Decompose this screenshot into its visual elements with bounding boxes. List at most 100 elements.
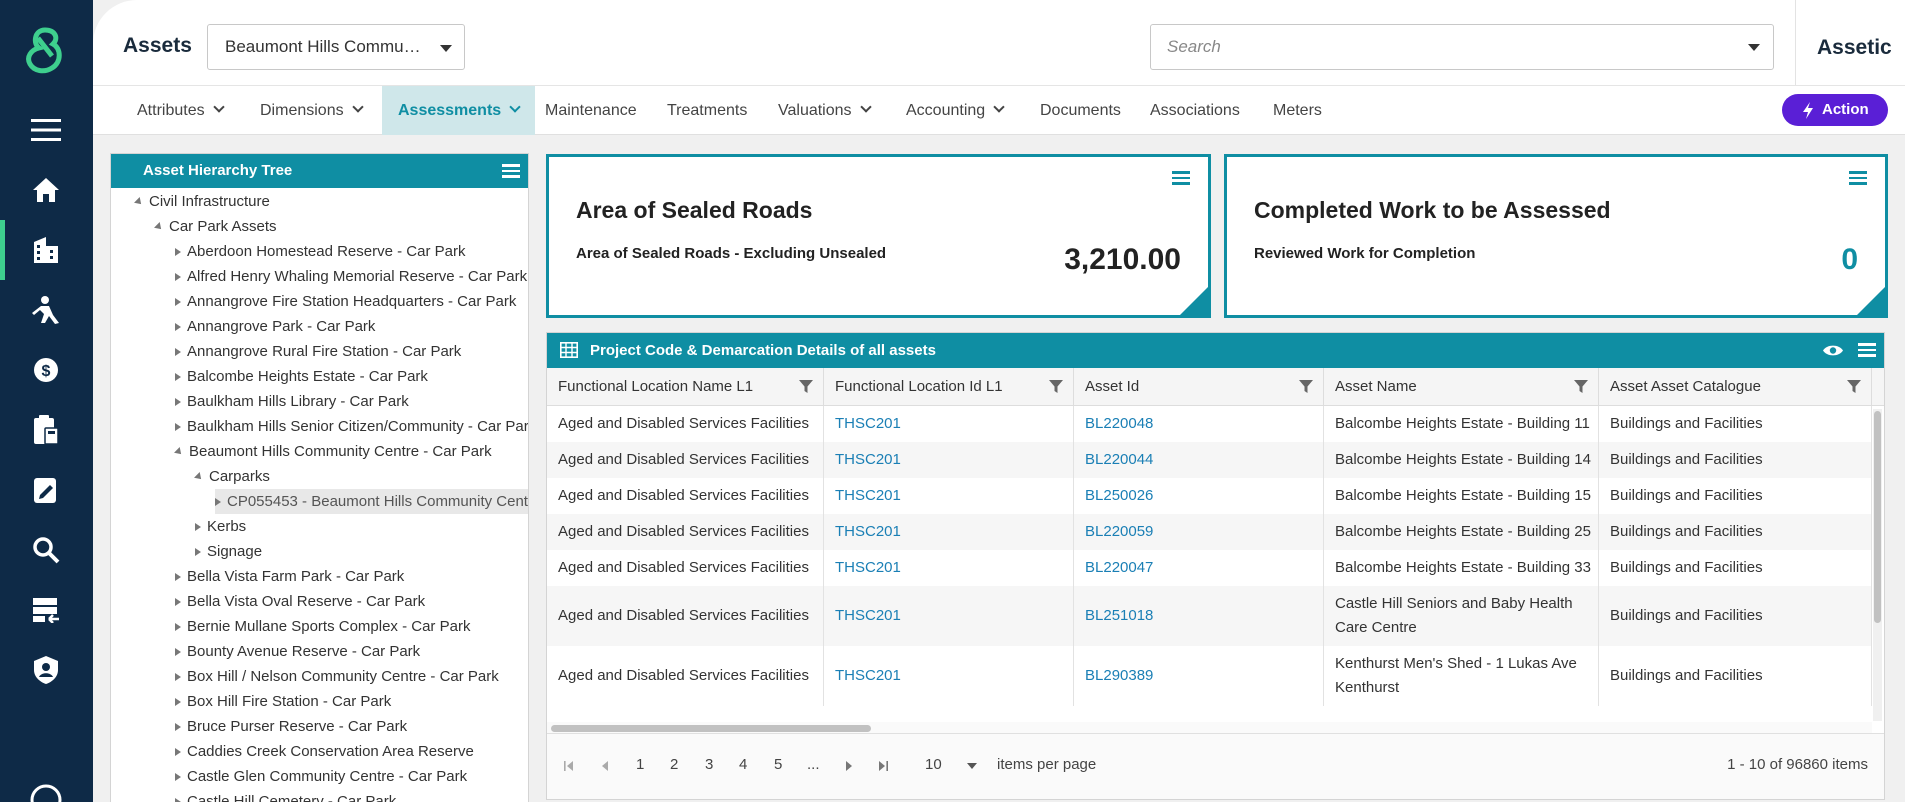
vertical-scrollbar[interactable] [1873, 409, 1882, 721]
expand-arrow-icon[interactable] [175, 273, 181, 282]
column-header[interactable]: Functional Location Id L1 [824, 368, 1074, 406]
table-cell-link[interactable]: THSC201 [824, 646, 1074, 706]
expand-arrow-icon[interactable] [175, 673, 181, 682]
last-page-icon[interactable] [877, 760, 889, 772]
page-size-select[interactable]: 10 [925, 756, 942, 773]
column-header[interactable]: Functional Location Name L1 [547, 368, 824, 406]
expand-arrow-icon[interactable] [175, 573, 181, 582]
table-cell-link[interactable]: THSC201 [824, 478, 1074, 514]
page-number[interactable]: 5 [774, 756, 782, 773]
tab-documents[interactable]: Documents [1040, 86, 1121, 135]
tree-node[interactable]: Annangrove Park - Car Park [175, 314, 375, 339]
tree-node[interactable]: Annangrove Rural Fire Station - Car Park [175, 339, 461, 364]
tab-accounting[interactable]: Accounting [906, 86, 1005, 135]
expand-arrow-icon[interactable] [175, 398, 181, 407]
table-row[interactable]: Aged and Disabled Services Facilities THS… [547, 478, 1872, 514]
expand-arrow-icon[interactable] [175, 323, 181, 332]
tree-node[interactable]: Signage [195, 539, 262, 564]
tree-node[interactable]: Castle Hill Cemetery - Car Park [175, 789, 396, 802]
tree-node[interactable]: Annangrove Fire Station Headquarters - C… [175, 289, 516, 314]
table-cell-link[interactable]: THSC201 [824, 514, 1074, 550]
assessment-icon[interactable] [26, 470, 66, 510]
prev-page-icon[interactable] [599, 760, 611, 772]
page-number[interactable]: 3 [705, 756, 713, 773]
expand-arrow-icon[interactable] [175, 298, 181, 307]
filter-icon[interactable] [1049, 380, 1063, 394]
home-icon[interactable] [26, 170, 66, 210]
kpi-menu-icon[interactable] [1172, 171, 1190, 185]
tree-node[interactable]: Bruce Purser Reserve - Car Park [175, 714, 407, 739]
table-cell-link[interactable]: BL290389 [1074, 646, 1324, 706]
filter-icon[interactable] [799, 380, 813, 394]
filter-icon[interactable] [1574, 380, 1588, 394]
expand-arrow-icon[interactable] [175, 423, 181, 432]
next-page-icon[interactable] [843, 760, 855, 772]
finance-icon[interactable]: $ [26, 350, 66, 390]
expand-arrow-icon[interactable] [195, 548, 201, 557]
page-ellipsis[interactable]: ... [807, 756, 820, 773]
search-icon[interactable] [26, 530, 66, 570]
tree-node[interactable]: Aberdoon Homestead Reserve - Car Park [175, 239, 465, 264]
action-button[interactable]: Action [1782, 94, 1888, 126]
tab-dimensions[interactable]: Dimensions [260, 86, 364, 135]
expand-arrow-icon[interactable] [175, 648, 181, 657]
tree-node[interactable]: Car Park Assets [154, 214, 277, 239]
table-cell-link[interactable]: BL220059 [1074, 514, 1324, 550]
tree-node[interactable]: Box Hill Fire Station - Car Park [175, 689, 391, 714]
table-cell-link[interactable]: BL220048 [1074, 406, 1324, 442]
workorder-icon[interactable] [26, 590, 66, 630]
table-cell-link[interactable]: THSC201 [824, 406, 1074, 442]
kpi-menu-icon[interactable] [1849, 171, 1867, 185]
page-number[interactable]: 2 [670, 756, 678, 773]
expand-arrow-icon[interactable] [195, 523, 201, 532]
tree-node[interactable]: Bella Vista Farm Park - Car Park [175, 564, 404, 589]
expand-arrow-icon[interactable] [175, 623, 181, 632]
chevron-down-icon[interactable] [967, 763, 977, 769]
tree-node[interactable]: Civil Infrastructure [134, 189, 270, 214]
help-icon[interactable] [26, 780, 66, 802]
table-row[interactable]: Aged and Disabled Services Facilities THS… [547, 442, 1872, 478]
table-cell-link[interactable]: BL251018 [1074, 586, 1324, 646]
collapse-arrow-icon[interactable] [194, 472, 204, 482]
worker-icon[interactable] [26, 290, 66, 330]
tree-node[interactable]: Baulkham Hills Senior Citizen/Community … [175, 414, 528, 439]
menu-icon[interactable] [26, 110, 66, 150]
calculator-icon[interactable] [26, 410, 66, 450]
expand-arrow-icon[interactable] [215, 498, 221, 507]
expand-arrow-icon[interactable] [175, 698, 181, 707]
tree-node[interactable]: Kerbs [195, 514, 246, 539]
column-header[interactable]: Asset Asset Catalogue [1599, 368, 1872, 406]
assetic-logo-icon[interactable] [22, 26, 68, 76]
tree-node[interactable]: Bella Vista Oval Reserve - Car Park [175, 589, 425, 614]
table-row[interactable]: Aged and Disabled Services Facilities THS… [547, 586, 1872, 646]
search-input[interactable] [1150, 24, 1774, 70]
table-cell-link[interactable]: BL220047 [1074, 550, 1324, 586]
table-row[interactable]: Aged and Disabled Services Facilities THS… [547, 550, 1872, 586]
expand-arrow-icon[interactable] [175, 723, 181, 732]
collapse-arrow-icon[interactable] [134, 197, 144, 207]
tree-node[interactable]: Baulkham Hills Library - Car Park [175, 389, 409, 414]
site-selector[interactable]: Beaumont Hills Community Centre [207, 24, 465, 70]
tree-node[interactable]: Beaumont Hills Community Centre - Car Pa… [174, 439, 492, 464]
expand-arrow-icon[interactable] [175, 798, 181, 802]
chevron-down-icon[interactable] [440, 45, 452, 52]
table-cell-link[interactable]: THSC201 [824, 586, 1074, 646]
expand-arrow-icon[interactable] [175, 748, 181, 757]
tab-meters[interactable]: Meters [1273, 86, 1322, 135]
expand-arrow-icon[interactable] [175, 248, 181, 257]
column-header[interactable]: Asset Name [1324, 368, 1599, 406]
table-cell-link[interactable]: BL250026 [1074, 478, 1324, 514]
expand-arrow-icon[interactable] [175, 373, 181, 382]
tree-node[interactable]: Bounty Avenue Reserve - Car Park [175, 639, 420, 664]
tab-maintenance[interactable]: Maintenance [545, 86, 637, 135]
grid-menu-icon[interactable] [1858, 343, 1876, 357]
tree-node[interactable]: Box Hill / Nelson Community Centre - Car… [175, 664, 499, 689]
collapse-arrow-icon[interactable] [174, 447, 184, 457]
tree-menu-icon[interactable] [502, 164, 520, 178]
buildings-icon[interactable] [26, 230, 66, 270]
expand-arrow-icon[interactable] [175, 598, 181, 607]
first-page-icon[interactable] [563, 760, 575, 772]
table-row[interactable]: Aged and Disabled Services Facilities THS… [547, 646, 1872, 706]
filter-icon[interactable] [1847, 380, 1861, 394]
tree-node[interactable]: Alfred Henry Whaling Memorial Reserve - … [175, 264, 527, 289]
